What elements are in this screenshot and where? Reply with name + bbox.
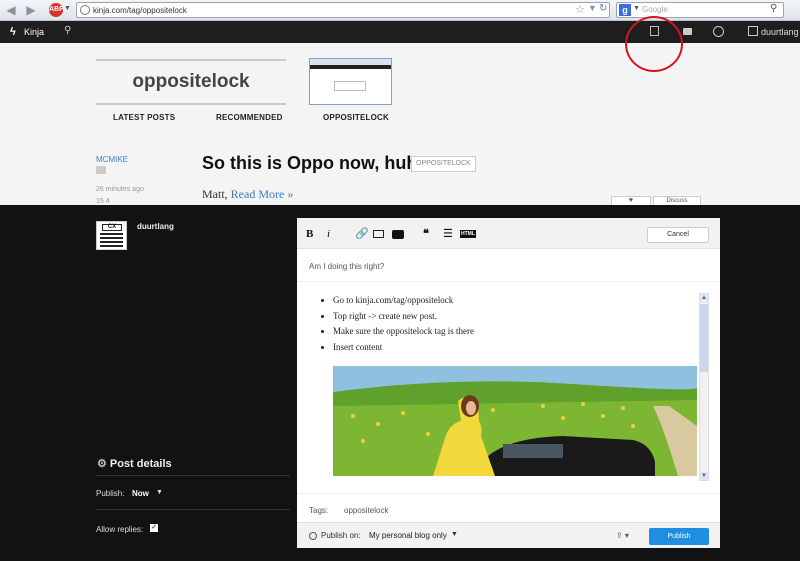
quote-button[interactable]: ❝ [423, 228, 429, 240]
back-arrow-icon[interactable]: ◀ [4, 3, 18, 17]
avatar: CX [96, 221, 127, 250]
address-bar-url: kinja.com/tag/oppositelock [93, 6, 187, 15]
list-item: Go to kinja.com/tag/oppositelock [333, 293, 474, 309]
list-item: Top right -> create new post. [333, 309, 474, 325]
divider [96, 475, 290, 476]
forward-arrow-icon[interactable]: ▶ [24, 3, 38, 17]
author-badge [96, 166, 106, 174]
thumb-box [334, 81, 366, 91]
post-editor: B i 🔗 ❝ ☰ HTML Cancel Am I doing this ri… [297, 218, 720, 548]
publish-time-select[interactable]: Now [132, 489, 149, 498]
italic-button[interactable]: i [327, 228, 330, 240]
scrollbar-thumb[interactable] [700, 304, 708, 372]
post-details-title: Post details [109, 458, 172, 470]
allow-replies-label: Allow replies: [96, 525, 144, 534]
blog-title-box: oppositelock [96, 59, 286, 105]
editor-footer: Publish on: My personal blog only ▼ ⇪ ▾ … [297, 522, 720, 548]
post-timestamp: 26 minutes ago [96, 186, 144, 193]
post-excerpt-text: Matt, [202, 187, 228, 201]
kinja-brand[interactable]: Kinja [24, 26, 44, 38]
search-icon[interactable]: ⚲ [64, 25, 71, 36]
dropdown-arrow-icon[interactable]: ▼ [588, 3, 597, 13]
chevron-down-icon[interactable]: ▼ [451, 531, 458, 538]
chevron-down-icon[interactable]: ▼ [156, 489, 163, 496]
video-icon[interactable] [392, 230, 404, 239]
link-icon[interactable]: 🔗 [355, 228, 369, 240]
address-bar[interactable]: kinja.com/tag/oppositelock ☆ ▼ ↻ [76, 2, 610, 18]
smiley-icon[interactable] [713, 26, 724, 37]
divider [297, 281, 720, 282]
scroll-down-icon[interactable]: ▼ [700, 472, 708, 480]
avatar-label: CX [102, 224, 122, 231]
post-author[interactable]: MCMIKE [96, 155, 128, 164]
editor-toolbar: B i 🔗 ❝ ☰ HTML Cancel [297, 218, 720, 249]
search-icon[interactable]: ⚲ [770, 3, 777, 14]
search-placeholder: Google [642, 5, 668, 14]
tags-label: Tags: [309, 506, 329, 515]
browser-search-box[interactable]: g ▼ Google ⚲ [616, 2, 784, 18]
avatar-line [100, 233, 123, 235]
tags-input[interactable]: oppositelock [344, 506, 388, 515]
editor-scrollbar[interactable]: ▲ ▼ [699, 293, 709, 481]
post-excerpt: Matt, Read More » [202, 187, 293, 202]
publish-target-select[interactable]: My personal blog only [369, 531, 447, 540]
tab-recommended[interactable]: RECOMMENDED [216, 113, 283, 122]
addon-button[interactable]: ABP ▼ [49, 3, 71, 17]
bookmark-star-icon[interactable]: ☆ [575, 3, 585, 16]
publish-button[interactable]: Publish [649, 528, 709, 545]
list-item: Insert content [333, 340, 474, 356]
post-title[interactable]: So this is Oppo now, huh? [202, 153, 428, 174]
browser-toolbar: ◀ ▶ ABP ▼ kinja.com/tag/oppositelock ☆ ▼… [0, 0, 800, 21]
thumb-bar [310, 65, 391, 69]
divider [96, 509, 290, 510]
globe-icon [80, 5, 90, 15]
kinja-logo-icon[interactable]: ϟ [10, 26, 20, 38]
post-details-heading: ⚙ Post details [97, 457, 172, 470]
tab-oppositelock[interactable]: OPPOSITELOCK [323, 113, 389, 122]
post-tag[interactable]: OPPOSITELOCK [411, 156, 476, 172]
list-icon[interactable]: ☰ [443, 228, 453, 240]
publish-on-label: Publish on: [321, 531, 361, 540]
share-icon[interactable]: ⇪ ▾ [616, 531, 629, 540]
avatar-line [100, 245, 123, 247]
user-icon[interactable] [748, 26, 758, 36]
blog-thumbnail[interactable] [309, 58, 392, 105]
allow-replies-checkbox[interactable]: ✓ [150, 524, 158, 532]
image-icon[interactable] [373, 230, 384, 238]
bold-button[interactable]: B [306, 228, 313, 240]
divider [297, 493, 720, 494]
tab-latest-posts[interactable]: LATEST POSTS [113, 113, 175, 122]
annotation-circle [625, 16, 683, 72]
scroll-up-icon[interactable]: ▲ [700, 294, 708, 302]
post-stats: 15 4 [96, 198, 110, 205]
photo-woman-car-field [333, 366, 697, 476]
google-icon[interactable]: g [619, 4, 631, 16]
read-more-link[interactable]: Read More » [231, 187, 294, 201]
avatar-line [100, 241, 123, 243]
chevron-down-icon: ▼ [633, 5, 640, 12]
blog-page: oppositelock LATEST POSTS RECOMMENDED OP… [0, 43, 800, 205]
chevron-down-icon: ▼ [64, 5, 71, 12]
cancel-button[interactable]: Cancel [647, 227, 709, 243]
discuss-button[interactable]: Discuss [653, 196, 701, 205]
globe-icon [309, 532, 317, 540]
chat-icon[interactable] [683, 28, 692, 35]
blog-title[interactable]: oppositelock [96, 71, 286, 93]
headline-input[interactable]: Am I doing this right? [309, 262, 384, 271]
avatar-line [100, 237, 123, 239]
gear-icon: ⚙ [97, 458, 107, 470]
editor-overlay: CX duurtlang ⚙ Post details Publish: Now … [0, 205, 800, 561]
publish-label: Publish: [96, 489, 125, 498]
reload-icon[interactable]: ↻ [599, 3, 607, 14]
author-username: duurtlang [137, 222, 174, 231]
embedded-photo[interactable] [333, 366, 697, 476]
list-item: Make sure the oppositelock tag is there [333, 324, 474, 340]
like-button[interactable]: ♥ [611, 196, 651, 205]
html-button[interactable]: HTML [460, 230, 476, 238]
abp-icon: ABP [49, 3, 64, 17]
kinja-username[interactable]: duurtlang [761, 26, 799, 38]
editor-body-list[interactable]: Go to kinja.com/tag/oppositelock Top rig… [325, 293, 474, 355]
